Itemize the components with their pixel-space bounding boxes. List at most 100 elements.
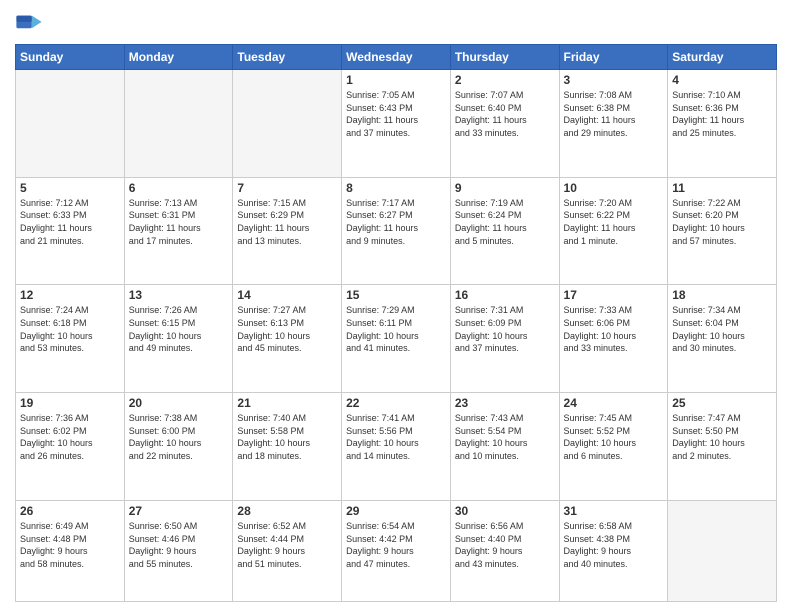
day-info: Sunrise: 7:43 AM Sunset: 5:54 PM Dayligh… [455,412,555,462]
calendar-cell: 31 Sunrise: 6:58 AM Sunset: 4:38 PM Dayli… [559,500,668,601]
calendar-cell: 8 Sunrise: 7:17 AM Sunset: 6:27 PM Daylig… [342,177,451,285]
calendar-cell: 2Sunrise: 7:07 AM Sunset: 6:40 PM Daylig… [450,70,559,178]
day-info: Sunrise: 7:34 AM Sunset: 6:04 PM Dayligh… [672,304,772,354]
day-number: 13 [129,288,229,302]
calendar-table: SundayMondayTuesdayWednesdayThursdayFrid… [15,44,777,602]
weekday-header-thursday: Thursday [450,45,559,70]
day-number: 8 [346,181,446,195]
calendar-cell: 10 Sunrise: 7:20 AM Sunset: 6:22 PM Dayli… [559,177,668,285]
calendar-cell: 15 Sunrise: 7:29 AM Sunset: 6:11 PM Dayli… [342,285,451,393]
day-number: 15 [346,288,446,302]
weekday-header-saturday: Saturday [668,45,777,70]
calendar-cell: 19Sunrise: 7:36 AM Sunset: 6:02 PM Dayli… [16,393,125,501]
day-number: 30 [455,504,555,518]
calendar-cell: 24 Sunrise: 7:45 AM Sunset: 5:52 PM Dayli… [559,393,668,501]
day-number: 11 [672,181,772,195]
day-info: Sunrise: 7:12 AM Sunset: 6:33 PM Dayligh… [20,197,120,247]
day-number: 24 [564,396,664,410]
day-info: Sunrise: 7:20 AM Sunset: 6:22 PM Dayligh… [564,197,664,247]
calendar-cell: 18 Sunrise: 7:34 AM Sunset: 6:04 PM Dayli… [668,285,777,393]
day-number: 16 [455,288,555,302]
header [15,10,777,38]
weekday-header-tuesday: Tuesday [233,45,342,70]
weekday-header-friday: Friday [559,45,668,70]
day-number: 17 [564,288,664,302]
day-number: 23 [455,396,555,410]
day-info: Sunrise: 7:38 AM Sunset: 6:00 PM Dayligh… [129,412,229,462]
calendar-row-1: 5 Sunrise: 7:12 AM Sunset: 6:33 PM Daylig… [16,177,777,285]
day-info: Sunrise: 7:19 AM Sunset: 6:24 PM Dayligh… [455,197,555,247]
calendar-cell: 20 Sunrise: 7:38 AM Sunset: 6:00 PM Dayli… [124,393,233,501]
day-info: Sunrise: 7:08 AM Sunset: 6:38 PM Dayligh… [564,89,664,139]
calendar-cell: 13 Sunrise: 7:26 AM Sunset: 6:15 PM Dayli… [124,285,233,393]
weekday-header-sunday: Sunday [16,45,125,70]
logo [15,10,47,38]
day-number: 31 [564,504,664,518]
day-info: Sunrise: 6:58 AM Sunset: 4:38 PM Dayligh… [564,520,664,570]
calendar-cell [233,70,342,178]
day-number: 26 [20,504,120,518]
day-number: 10 [564,181,664,195]
day-number: 3 [564,73,664,87]
calendar-row-4: 26Sunrise: 6:49 AM Sunset: 4:48 PM Dayli… [16,500,777,601]
day-info: Sunrise: 7:24 AM Sunset: 6:18 PM Dayligh… [20,304,120,354]
day-info: Sunrise: 7:40 AM Sunset: 5:58 PM Dayligh… [237,412,337,462]
day-number: 18 [672,288,772,302]
calendar-cell: 29Sunrise: 6:54 AM Sunset: 4:42 PM Dayli… [342,500,451,601]
day-number: 27 [129,504,229,518]
day-number: 4 [672,73,772,87]
calendar-row-0: 1 Sunrise: 7:05 AM Sunset: 6:43 PM Daylig… [16,70,777,178]
calendar-cell [124,70,233,178]
day-info: Sunrise: 7:27 AM Sunset: 6:13 PM Dayligh… [237,304,337,354]
day-number: 20 [129,396,229,410]
day-info: Sunrise: 7:10 AM Sunset: 6:36 PM Dayligh… [672,89,772,139]
day-number: 22 [346,396,446,410]
day-number: 5 [20,181,120,195]
calendar-cell: 25 Sunrise: 7:47 AM Sunset: 5:50 PM Dayli… [668,393,777,501]
calendar-cell [16,70,125,178]
day-info: Sunrise: 7:45 AM Sunset: 5:52 PM Dayligh… [564,412,664,462]
calendar-cell: 22 Sunrise: 7:41 AM Sunset: 5:56 PM Dayli… [342,393,451,501]
calendar-cell: 27Sunrise: 6:50 AM Sunset: 4:46 PM Dayli… [124,500,233,601]
day-info: Sunrise: 7:26 AM Sunset: 6:15 PM Dayligh… [129,304,229,354]
day-info: Sunrise: 7:31 AM Sunset: 6:09 PM Dayligh… [455,304,555,354]
calendar-cell: 26Sunrise: 6:49 AM Sunset: 4:48 PM Dayli… [16,500,125,601]
calendar-cell: 1 Sunrise: 7:05 AM Sunset: 6:43 PM Daylig… [342,70,451,178]
day-number: 9 [455,181,555,195]
calendar-cell [668,500,777,601]
calendar-cell: 23 Sunrise: 7:43 AM Sunset: 5:54 PM Dayli… [450,393,559,501]
calendar-cell: 6 Sunrise: 7:13 AM Sunset: 6:31 PM Daylig… [124,177,233,285]
logo-icon [15,10,43,38]
weekday-header-wednesday: Wednesday [342,45,451,70]
day-info: Sunrise: 7:29 AM Sunset: 6:11 PM Dayligh… [346,304,446,354]
day-number: 1 [346,73,446,87]
day-number: 14 [237,288,337,302]
day-info: Sunrise: 7:07 AM Sunset: 6:40 PM Dayligh… [455,89,555,139]
day-info: Sunrise: 7:47 AM Sunset: 5:50 PM Dayligh… [672,412,772,462]
calendar-cell: 4 Sunrise: 7:10 AM Sunset: 6:36 PM Daylig… [668,70,777,178]
weekday-header-monday: Monday [124,45,233,70]
calendar-cell: 30Sunrise: 6:56 AM Sunset: 4:40 PM Dayli… [450,500,559,601]
calendar-cell: 28 Sunrise: 6:52 AM Sunset: 4:44 PM Dayli… [233,500,342,601]
calendar-cell: 14 Sunrise: 7:27 AM Sunset: 6:13 PM Dayli… [233,285,342,393]
day-info: Sunrise: 7:17 AM Sunset: 6:27 PM Dayligh… [346,197,446,247]
calendar-cell: 7Sunrise: 7:15 AM Sunset: 6:29 PM Daylig… [233,177,342,285]
day-info: Sunrise: 7:41 AM Sunset: 5:56 PM Dayligh… [346,412,446,462]
day-number: 21 [237,396,337,410]
day-info: Sunrise: 7:13 AM Sunset: 6:31 PM Dayligh… [129,197,229,247]
day-number: 25 [672,396,772,410]
calendar-cell: 5 Sunrise: 7:12 AM Sunset: 6:33 PM Daylig… [16,177,125,285]
day-number: 6 [129,181,229,195]
calendar-cell: 3 Sunrise: 7:08 AM Sunset: 6:38 PM Daylig… [559,70,668,178]
day-number: 12 [20,288,120,302]
calendar-cell: 12 Sunrise: 7:24 AM Sunset: 6:18 PM Dayli… [16,285,125,393]
day-info: Sunrise: 6:52 AM Sunset: 4:44 PM Dayligh… [237,520,337,570]
day-info: Sunrise: 7:05 AM Sunset: 6:43 PM Dayligh… [346,89,446,139]
day-number: 28 [237,504,337,518]
calendar-cell: 9 Sunrise: 7:19 AM Sunset: 6:24 PM Daylig… [450,177,559,285]
calendar-cell: 21 Sunrise: 7:40 AM Sunset: 5:58 PM Dayli… [233,393,342,501]
calendar-header-row: SundayMondayTuesdayWednesdayThursdayFrid… [16,45,777,70]
day-info: Sunrise: 7:33 AM Sunset: 6:06 PM Dayligh… [564,304,664,354]
calendar-row-3: 19Sunrise: 7:36 AM Sunset: 6:02 PM Dayli… [16,393,777,501]
calendar-cell: 11Sunrise: 7:22 AM Sunset: 6:20 PM Dayli… [668,177,777,285]
